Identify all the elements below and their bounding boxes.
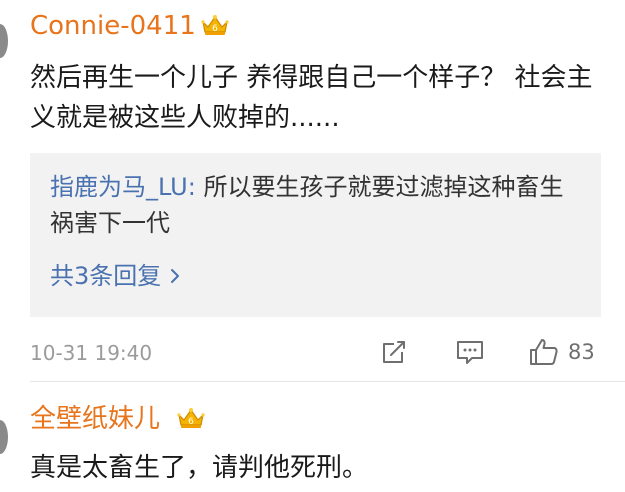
svg-text:6: 6 [212,24,218,34]
like-button[interactable]: 83 [528,334,595,370]
avatar[interactable] [0,24,8,58]
comment-username[interactable]: Connie-0411 [30,11,196,41]
reply-box[interactable]: 指鹿为马_LU: 所以要生孩子就要过滤掉这种畜生 祸害下一代 共3条回复 [30,153,601,317]
share-icon [383,341,405,363]
reply-separator: : [187,173,196,201]
comment-icon [457,341,483,364]
comment-text: 然后再生一个儿子 养得跟自己一个样子？ 社会主义就是被这些人败掉的...... [30,63,593,133]
share-button[interactable] [380,334,408,370]
divider [30,381,625,382]
thumbs-up-icon [530,339,558,365]
comment-button[interactable] [455,334,485,370]
crown-icon: 6 [201,15,229,35]
reply-text: 指鹿为马_LU: 所以要生孩子就要过滤掉这种畜生 祸害下一代 [50,169,580,241]
comment-text: 真是太畜生了，请判他死刑。 [30,453,369,483]
like-count: 83 [568,340,595,364]
crown-icon: 6 [177,408,205,428]
avatar[interactable] [0,420,8,454]
chevron-right-icon [171,269,180,283]
comment-timestamp: 10-31 19:40 [30,341,153,365]
comment-username[interactable]: 全壁纸妹儿 [30,404,160,434]
more-replies-link[interactable]: 共3条回复 [50,261,181,291]
reply-username[interactable]: 指鹿为马_LU [50,173,188,201]
svg-text:6: 6 [188,417,194,427]
more-replies-label: 共3条回复 [50,262,162,290]
